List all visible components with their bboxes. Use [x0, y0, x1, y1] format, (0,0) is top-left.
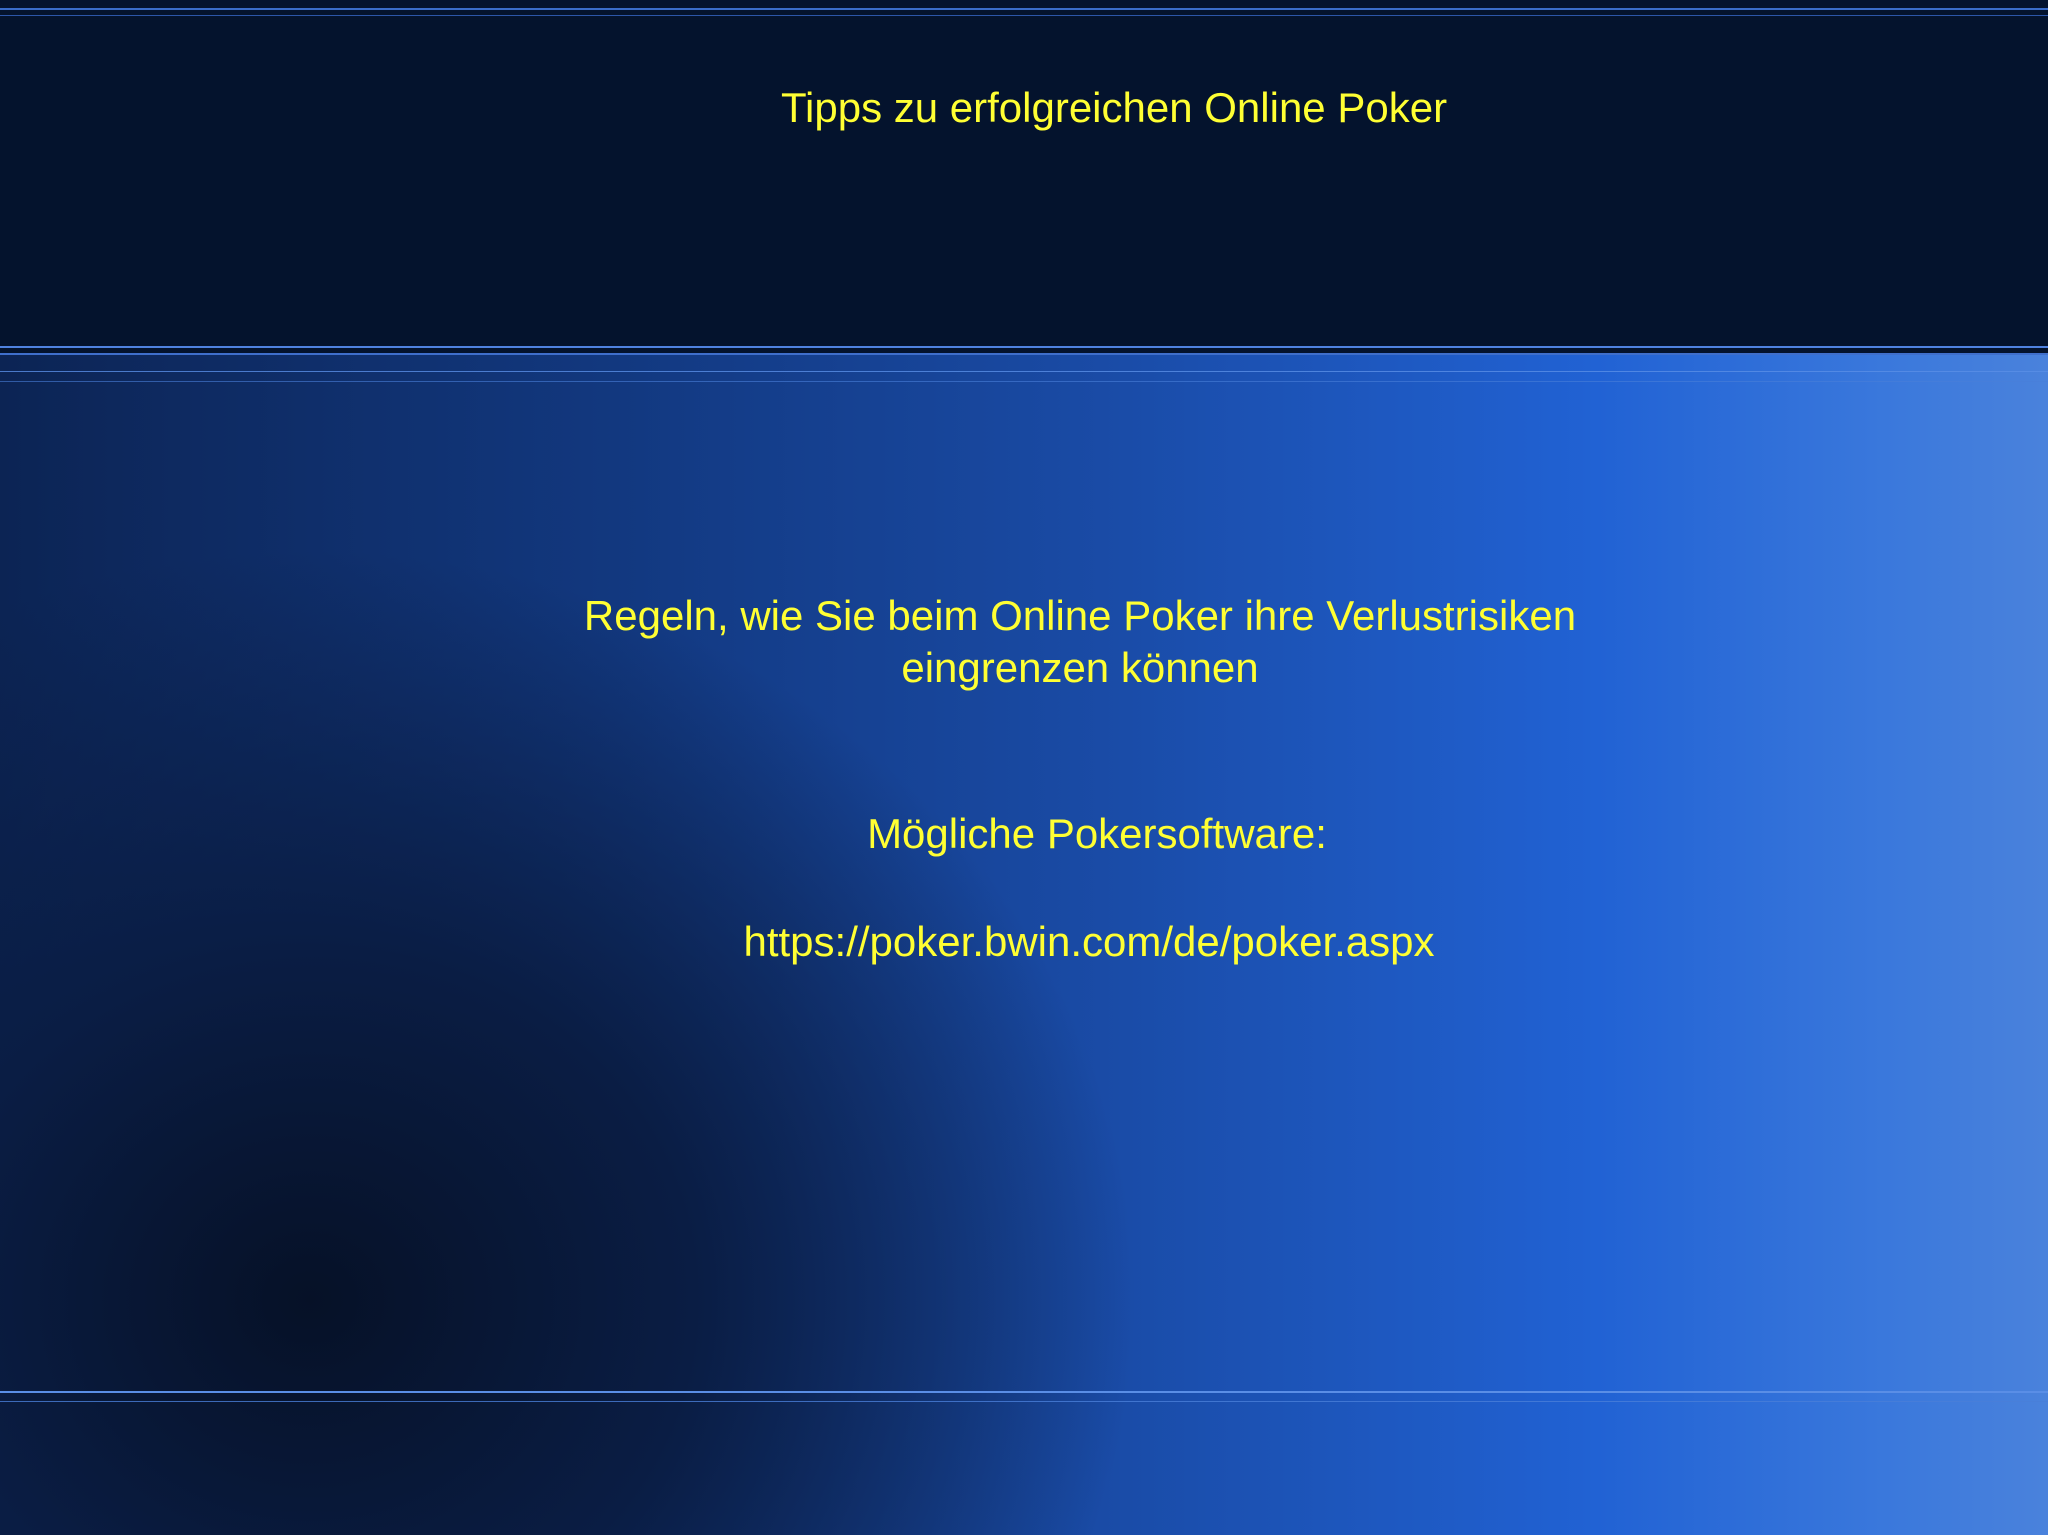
software-link[interactable]: https://poker.bwin.com/de/poker.aspx: [420, 916, 1740, 968]
divider-line: [0, 8, 2048, 10]
presentation-slide: Tipps zu erfolgreichen Online Poker Rege…: [0, 0, 2048, 1535]
slide-body: Regeln, wie Sie beim Online Poker ihre V…: [420, 590, 1740, 968]
title-band: [0, 0, 2048, 354]
divider-line: [0, 346, 2048, 348]
divider-line: [0, 1401, 2048, 1402]
rules-line-1: Regeln, wie Sie beim Online Poker ihre V…: [583, 592, 1577, 639]
rules-line-2: eingrenzen können: [901, 644, 1259, 691]
divider-line: [0, 1391, 2048, 1393]
divider-line: [0, 353, 2048, 355]
slide-title: Tipps zu erfolgreichen Online Poker: [780, 84, 1448, 131]
divider-line: [0, 371, 2048, 372]
divider-line: [0, 381, 2048, 382]
rules-text: Regeln, wie Sie beim Online Poker ihre V…: [420, 590, 1740, 694]
divider-line: [0, 15, 2048, 16]
software-label: Mögliche Pokersoftware:: [867, 810, 1327, 857]
